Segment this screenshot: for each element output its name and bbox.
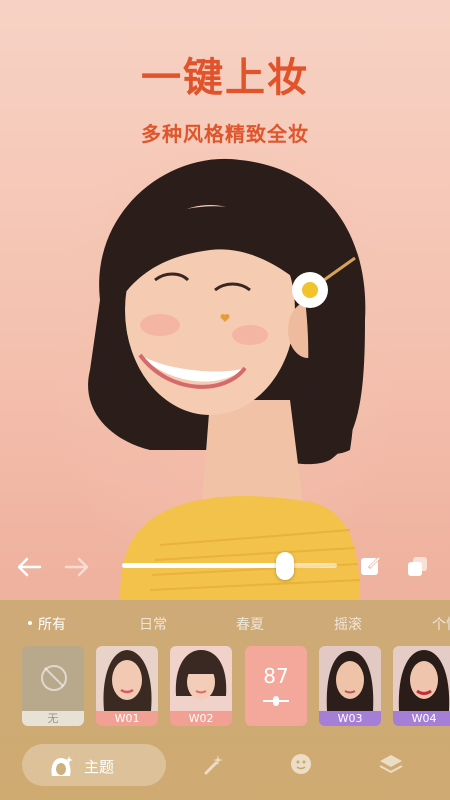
arrow-right-icon [64, 557, 89, 577]
look-w03-thumbnail [319, 646, 381, 711]
theme-face-icon [51, 756, 73, 776]
subheadline: 多种风格精致全妆 [141, 122, 309, 146]
tab-layers[interactable] [378, 753, 404, 779]
tab-rock-label: 摇滚 [334, 617, 362, 633]
look-w03-label: W03 [319, 711, 381, 726]
tab-personality[interactable]: 个性 [432, 614, 450, 634]
face-icon [291, 754, 311, 774]
edit-icon [361, 555, 382, 575]
tab-all[interactable]: 所有 [28, 614, 66, 634]
tab-theme[interactable]: 主题 [22, 744, 166, 786]
layers-icon [379, 755, 403, 774]
look-w01[interactable]: W01 [96, 646, 158, 726]
tab-personality-label: 个性 [432, 617, 450, 633]
bottom-tab-bar: 主题 [0, 740, 450, 800]
compare-icon [408, 557, 427, 576]
look-none-label: 无 [22, 711, 84, 726]
look-w03[interactable]: W03 [319, 646, 381, 726]
tab-all-label: 所有 [38, 617, 66, 633]
magic-wand-icon [204, 755, 223, 775]
look-w04-thumbnail [393, 646, 450, 711]
look-strength-value: 87 [263, 664, 289, 688]
tab-magic[interactable] [202, 753, 226, 781]
intensity-slider-fill [122, 563, 285, 568]
tab-spring-summer[interactable]: 春夏 [236, 614, 264, 634]
tab-daily[interactable]: 日常 [139, 614, 167, 634]
look-w04[interactable]: W04 [393, 646, 450, 726]
makeup-screen: 一键上妆 多种风格精致全妆 所有 日常 春夏 摇滚 个 无 W01 W02 87… [0, 0, 450, 800]
portrait-photo [60, 150, 390, 600]
tab-spring-summer-label: 春夏 [236, 617, 264, 633]
look-w01-thumbnail [96, 646, 158, 711]
compare-button[interactable] [406, 555, 430, 583]
none-icon [41, 665, 67, 691]
tab-theme-label: 主题 [84, 758, 115, 776]
headline: 一键上妆 [141, 55, 309, 101]
look-w01-label: W01 [96, 711, 158, 726]
undo-button[interactable] [16, 555, 42, 583]
look-w02-label: W02 [170, 711, 232, 726]
intensity-slider[interactable] [122, 552, 337, 580]
tab-daily-label: 日常 [139, 617, 167, 633]
intensity-slider-knob[interactable] [276, 552, 294, 580]
edit-button[interactable] [360, 555, 382, 581]
redo-button[interactable] [64, 555, 90, 583]
category-tabs: 所有 日常 春夏 摇滚 个性 [0, 614, 450, 638]
strength-slider-icon [263, 696, 289, 706]
tab-rock[interactable]: 摇滚 [334, 614, 362, 634]
look-strength[interactable]: 87 [245, 646, 307, 726]
active-dot [28, 621, 32, 625]
arrow-left-icon [17, 557, 42, 577]
look-w04-label: W04 [393, 711, 450, 726]
look-none[interactable]: 无 [22, 646, 84, 726]
look-w02-thumbnail [170, 646, 232, 711]
tab-face[interactable] [290, 753, 312, 779]
look-w02[interactable]: W02 [170, 646, 232, 726]
